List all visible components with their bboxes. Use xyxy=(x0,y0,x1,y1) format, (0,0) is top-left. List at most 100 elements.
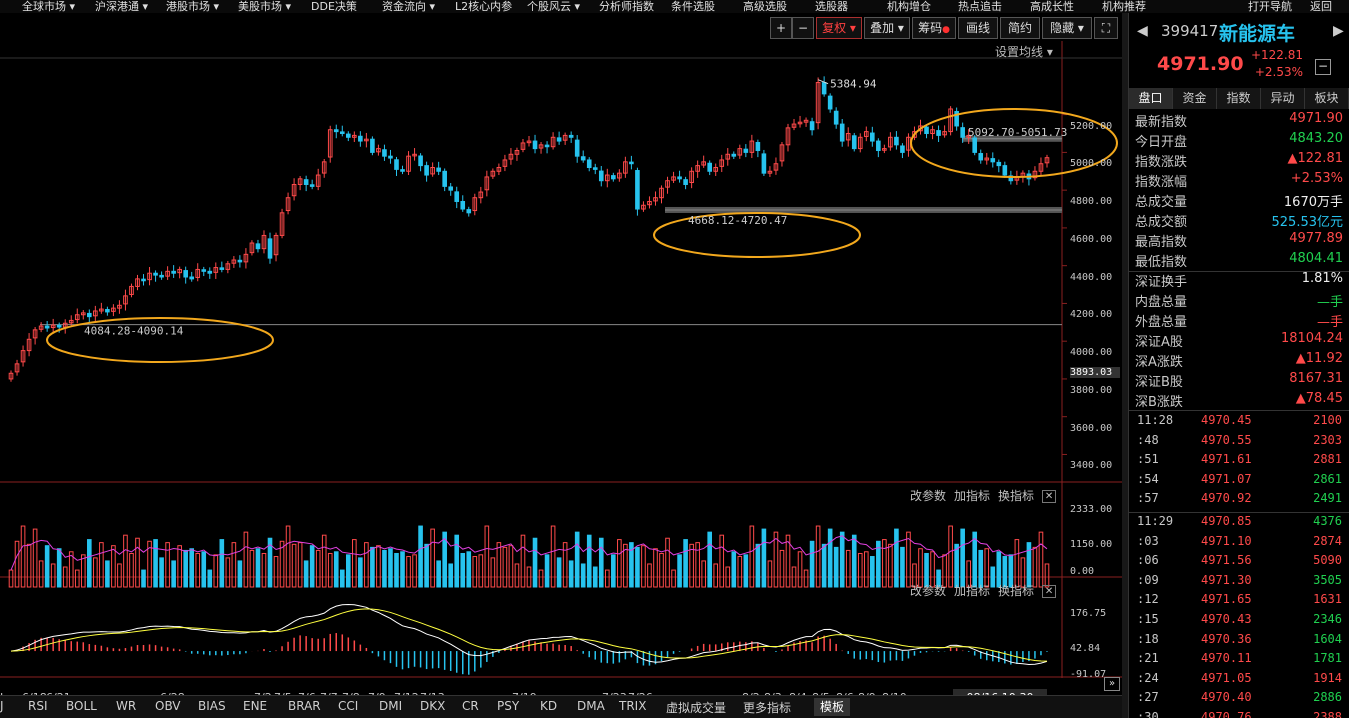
volume-bar xyxy=(755,543,761,588)
menu-item-7[interactable]: 个股风云 ▾ xyxy=(527,0,580,13)
volume-bar xyxy=(749,525,755,588)
volume-bar xyxy=(466,551,472,588)
indicator-tab-5[interactable]: BIAS xyxy=(198,699,226,713)
quote-value: 525.53亿元 xyxy=(1271,215,1344,230)
menu-item-12[interactable]: 机构增仓 xyxy=(887,0,931,13)
volume-bar xyxy=(436,560,441,588)
volume-bar xyxy=(954,543,959,588)
indicator-tab-15[interactable]: TRIX xyxy=(619,699,646,713)
quote-row: 深证换手 1.81% xyxy=(1135,271,1343,291)
tick-volume: 4376 xyxy=(1313,514,1342,528)
quote-tab-2[interactable]: 指数 xyxy=(1217,88,1261,109)
volume-bar xyxy=(291,543,297,588)
kline-chart-area[interactable]: + − 复权 ▾ 叠加 ▾ 筹码● 画线 简约 隐藏 ▾ ⛶ 设置均线 ▾ 53… xyxy=(0,13,1122,706)
indicator-tab-1[interactable]: RSI xyxy=(28,699,48,713)
indicator-tab-6[interactable]: ENE xyxy=(243,699,267,713)
quote-tabs: 盘口 资金 指数 异动 板块 xyxy=(1129,88,1349,109)
quote-tab-3[interactable]: 异动 xyxy=(1261,88,1305,109)
volume-close-icon[interactable]: ✕ xyxy=(1042,490,1057,503)
menu-item-17[interactable]: 返回 xyxy=(1310,0,1332,13)
candle-body xyxy=(153,272,158,276)
tick-volume: 2861 xyxy=(1313,471,1342,486)
menu-item-5[interactable]: 资金流向 ▾ xyxy=(382,0,435,13)
change-block: +122.81 +2.53% xyxy=(1249,47,1303,81)
macd-close-icon[interactable]: ✕ xyxy=(1042,585,1057,598)
menu-item-16[interactable]: 打开导航 xyxy=(1248,0,1292,13)
menu-item-15[interactable]: 机构推荐 xyxy=(1102,0,1146,13)
indicator-tab-10[interactable]: DKX xyxy=(420,699,445,713)
next-stock-icon[interactable]: ▶ xyxy=(1333,23,1344,39)
menu-item-8[interactable]: 分析师指数 xyxy=(599,0,654,13)
volume-params-link[interactable]: 改参数 xyxy=(910,489,946,503)
volume-swap-indicator-link[interactable]: 换指标 xyxy=(998,489,1034,503)
candle-body xyxy=(394,159,399,170)
indicator-tab-9[interactable]: DMI xyxy=(379,699,402,713)
menu-item-4[interactable]: DDE决策 xyxy=(311,0,357,13)
indicator-tab-11[interactable]: CR xyxy=(462,699,479,713)
menu-item-14[interactable]: 高成长性 xyxy=(1030,0,1074,13)
quote-row: 外盘总量 —手 xyxy=(1135,311,1343,331)
menu-item-6[interactable]: L2核心内参 xyxy=(455,0,512,13)
indicator-tab-8[interactable]: CCI xyxy=(338,699,358,713)
volume-bar xyxy=(448,563,454,588)
indicator-tab-3[interactable]: WR xyxy=(116,699,136,713)
volume-bar xyxy=(358,557,363,588)
indicator-tab-18[interactable]: 模板 xyxy=(814,698,851,716)
volume-bar xyxy=(195,552,201,588)
candle-body xyxy=(677,176,682,180)
menu-item-13[interactable]: 热点追击 xyxy=(958,0,1002,13)
menu-item-1[interactable]: 沪深港通 ▾ xyxy=(95,0,148,13)
stock-name: 新能源车 xyxy=(1219,23,1296,45)
volume-bar xyxy=(719,534,725,588)
indicator-tab-0[interactable]: J xyxy=(0,699,4,713)
volume-bar xyxy=(201,551,207,588)
prev-stock-icon[interactable]: ◀ xyxy=(1137,23,1148,39)
candle-body xyxy=(544,144,550,148)
collapse-icon[interactable]: − xyxy=(1315,59,1331,75)
volume-bar xyxy=(894,528,899,588)
tick-row: :27 4970.40 2886 xyxy=(1129,690,1349,709)
volume-bar xyxy=(815,525,821,588)
volume-bar xyxy=(394,552,399,588)
candle-body xyxy=(731,153,737,157)
indicator-tab-13[interactable]: KD xyxy=(540,699,557,713)
indicator-tab-14[interactable]: DMA xyxy=(577,699,605,713)
volume-bar xyxy=(1038,531,1044,588)
menu-item-11[interactable]: 选股器 xyxy=(815,0,848,13)
candle-body xyxy=(183,270,188,278)
volume-bar xyxy=(671,569,676,588)
menu-item-0[interactable]: 全球市场 ▾ xyxy=(22,0,75,13)
menu-item-9[interactable]: 条件选股 xyxy=(671,0,715,13)
macd-add-indicator-link[interactable]: 加指标 xyxy=(954,584,990,598)
quote-tab-1[interactable]: 资金 xyxy=(1173,88,1217,109)
menu-item-3[interactable]: 美股市场 ▾ xyxy=(238,0,291,13)
volume-bar xyxy=(339,569,345,588)
macd-swap-indicator-link[interactable]: 换指标 xyxy=(998,584,1034,598)
indicator-tab-7[interactable]: BRAR xyxy=(288,699,321,713)
volume-bar xyxy=(839,531,845,588)
indicator-tab-12[interactable]: PSY xyxy=(497,699,519,713)
volume-add-indicator-link[interactable]: 加指标 xyxy=(954,489,990,503)
macd-params-link[interactable]: 改参数 xyxy=(910,584,946,598)
candle-body xyxy=(761,153,767,174)
volume-bar xyxy=(592,566,598,588)
quote-tab-4[interactable]: 板块 xyxy=(1305,88,1349,109)
quote-row: 深证A股 18104.24 xyxy=(1135,331,1343,351)
tick-time: :27 xyxy=(1137,690,1159,705)
tick-time: :03 xyxy=(1137,533,1159,548)
tick-price: 4970.55 xyxy=(1201,432,1252,447)
indicator-tab-4[interactable]: OBV xyxy=(155,699,181,713)
volume-bar xyxy=(8,569,14,588)
tick-row: :12 4971.65 1631 xyxy=(1129,592,1349,611)
indicator-tab-2[interactable]: BOLL xyxy=(66,699,97,713)
indicator-tab-17[interactable]: 更多指标 xyxy=(743,699,791,716)
menu-item-10[interactable]: 高级选股 xyxy=(743,0,787,13)
quote-row: 最新指数 4971.90 xyxy=(1135,111,1343,131)
menu-item-2[interactable]: 港股市场 ▾ xyxy=(166,0,219,13)
volume-ma-line xyxy=(10,535,1048,571)
volume-bar xyxy=(677,554,682,588)
scroll-right-icon[interactable]: » xyxy=(1104,677,1120,691)
quote-tab-0[interactable]: 盘口 xyxy=(1129,88,1173,109)
quote-label: 最高指数 xyxy=(1135,235,1188,250)
indicator-tab-16[interactable]: 虚拟成交量 xyxy=(666,699,726,716)
